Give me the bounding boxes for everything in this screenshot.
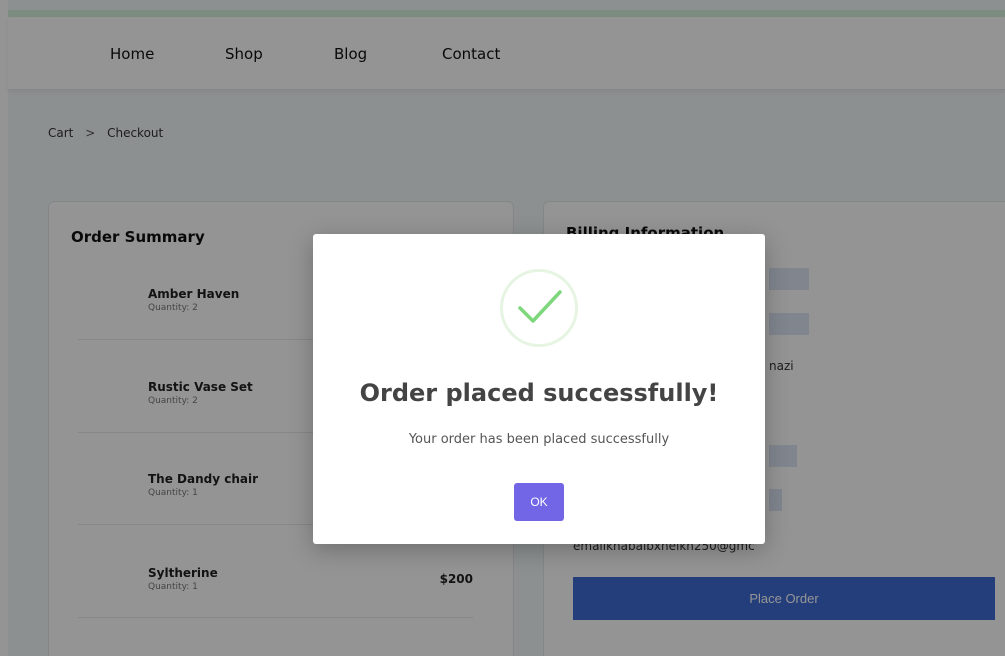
modal-message: Your order has been placed successfully <box>408 432 670 447</box>
ok-button[interactable]: OK <box>514 483 564 521</box>
success-check-icon <box>500 269 578 347</box>
order-success-modal: Order placed successfully! Your order ha… <box>313 234 765 544</box>
modal-title: Order placed successfully! <box>359 379 719 407</box>
checkmark-icon <box>518 290 562 323</box>
